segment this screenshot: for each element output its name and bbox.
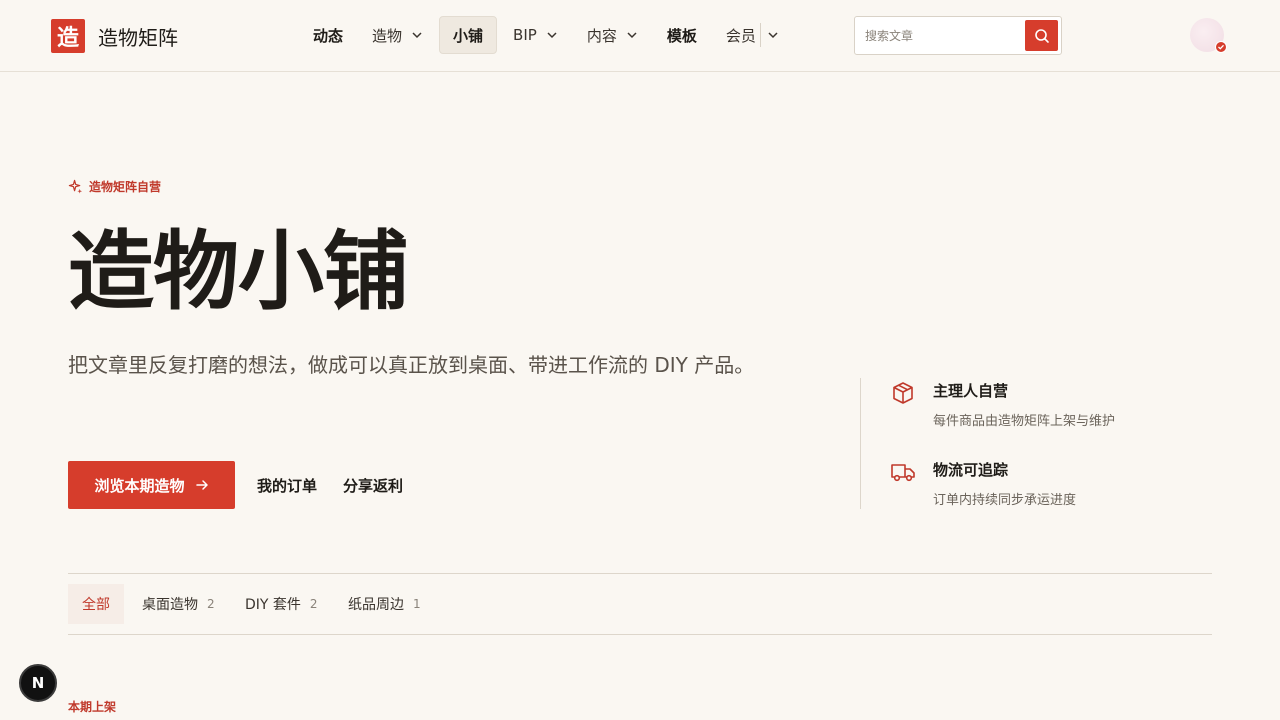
- brand-name[interactable]: 造物矩阵: [98, 22, 178, 51]
- tab-paper[interactable]: 纸品周边 1: [334, 584, 435, 624]
- hero-divider: [860, 378, 861, 509]
- search-box: [854, 16, 1062, 55]
- section-label: 本期上架: [68, 700, 117, 714]
- nav-item-zaowu[interactable]: 造物: [359, 16, 436, 54]
- nav-divider: [759, 23, 761, 47]
- tab-all[interactable]: 全部: [68, 584, 124, 624]
- nav-item-label: 动态: [313, 26, 344, 45]
- category-tabs: 全部 桌面造物 2 DIY 套件 2 纸品周边 1: [68, 573, 1212, 635]
- nav-item-huiyuan[interactable]: 会员: [713, 16, 779, 54]
- package-icon: [893, 382, 913, 404]
- tab-count: 2: [309, 597, 318, 611]
- nav-item-dongtai[interactable]: 动态: [300, 16, 356, 54]
- nav-item-label: 内容: [586, 26, 617, 45]
- sparkle-icon: [68, 179, 83, 194]
- search-icon: [1034, 28, 1049, 43]
- cta-label: 浏览本期造物: [94, 476, 185, 495]
- main-nav: 动态 造物 小铺 BIP 内容 模板 会员: [300, 16, 782, 54]
- chevron-down-icon: [412, 32, 422, 39]
- tab-label: DIY 套件: [245, 597, 301, 613]
- dev-tools-button[interactable]: N: [19, 664, 57, 702]
- feature-title: 主理人自营: [933, 382, 1009, 400]
- nav-item-label: 小铺: [453, 26, 484, 45]
- truck-icon: [891, 464, 915, 482]
- feature-title: 物流可追踪: [933, 461, 1009, 479]
- tab-diy-kit[interactable]: DIY 套件 2: [231, 584, 332, 624]
- chevron-down-icon[interactable]: [767, 29, 779, 41]
- verified-badge-icon: [1215, 41, 1227, 53]
- tab-label: 全部: [82, 597, 110, 613]
- browse-products-button[interactable]: 浏览本期造物: [68, 461, 235, 509]
- search-button[interactable]: [1025, 20, 1058, 51]
- nav-item-label: 会员: [725, 26, 756, 45]
- eyebrow-text: 造物矩阵自营: [89, 180, 162, 194]
- nav-item-xiaopu[interactable]: 小铺: [439, 16, 498, 54]
- chevron-down-icon: [547, 32, 557, 39]
- chevron-down-icon: [627, 32, 637, 39]
- tab-count: 1: [413, 597, 421, 611]
- search-input[interactable]: [865, 17, 1025, 54]
- hero-description: 把文章里反复打磨的想法，做成可以真正放到桌面、带进工作流的 DIY 产品。: [68, 353, 755, 377]
- tab-desktop[interactable]: 桌面造物 2: [128, 584, 229, 624]
- page-title: 造物小铺: [68, 221, 409, 322]
- avatar[interactable]: [1190, 18, 1227, 53]
- brand-logo[interactable]: 造: [51, 19, 85, 53]
- nav-item-bip[interactable]: BIP: [500, 16, 571, 54]
- my-orders-link[interactable]: 我的订单: [257, 475, 317, 496]
- nav-item-label: 造物: [372, 26, 403, 45]
- nav-item-label: 模板: [666, 26, 697, 45]
- tab-label: 纸品周边: [348, 597, 404, 613]
- hero-eyebrow: 造物矩阵自营: [68, 178, 161, 195]
- tab-label: 桌面造物: [142, 597, 198, 613]
- feature-subtitle: 订单内持续同步承运进度: [933, 493, 1077, 508]
- share-rebate-link[interactable]: 分享返利: [343, 475, 403, 496]
- top-header: 造 造物矩阵 动态 造物 小铺 BIP 内容 模板 会员: [0, 0, 1280, 72]
- nav-item-muban[interactable]: 模板: [654, 16, 710, 54]
- nav-item-label: BIP: [513, 26, 537, 44]
- brand[interactable]: 造 造物矩阵: [51, 19, 178, 53]
- nav-item-neirong[interactable]: 内容: [574, 16, 651, 54]
- tab-count: 2: [207, 597, 215, 611]
- arrow-right-icon: [195, 480, 208, 490]
- feature-subtitle: 每件商品由造物矩阵上架与维护: [933, 414, 1116, 429]
